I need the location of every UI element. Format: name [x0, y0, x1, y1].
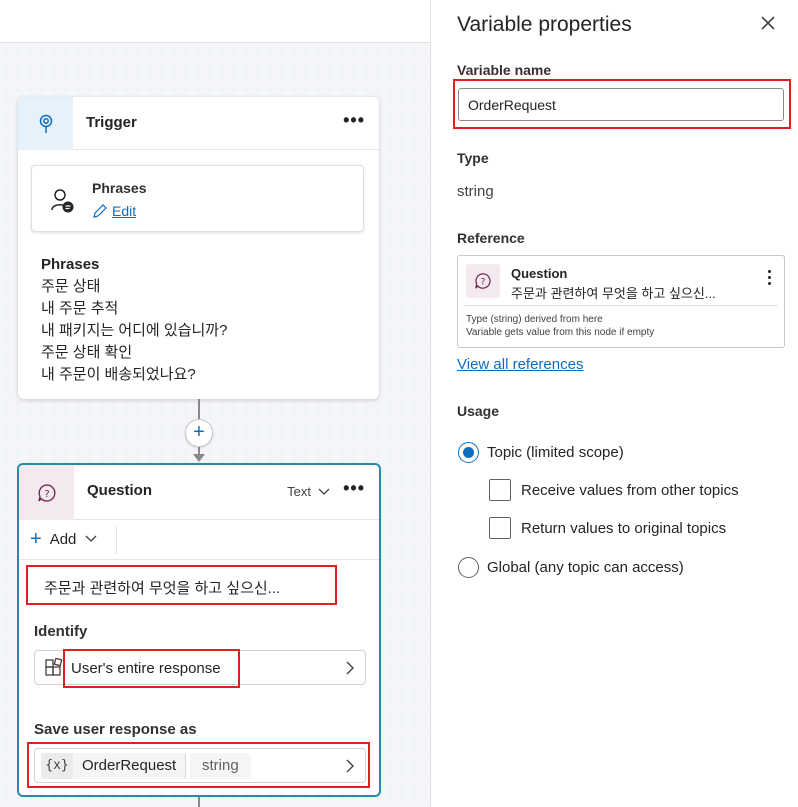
connector-line	[198, 797, 200, 807]
edit-label: Edit	[112, 203, 137, 219]
identify-label: Identify	[34, 623, 88, 640]
divider	[116, 526, 117, 554]
highlight-box	[26, 565, 337, 605]
phrase-item: 주문 상태	[41, 278, 101, 295]
type-label: Type	[457, 150, 489, 166]
reference-title: Question	[511, 266, 568, 281]
trigger-node-header: Trigger •••	[18, 97, 379, 150]
authoring-canvas: Trigger ••• Phrases Edit Phrases 주문 상태 내…	[0, 0, 430, 807]
highlight-box	[453, 79, 791, 129]
reference-subtitle: 주문과 관련하여 무엇을 하고 싶으신...	[511, 286, 716, 301]
return-values-label: Return values to original topics	[521, 520, 727, 537]
question-icon: ?	[466, 264, 500, 298]
phrase-item: 내 패키지는 어디에 있습니까?	[41, 322, 228, 339]
pencil-icon	[93, 204, 107, 218]
usage-label: Usage	[457, 403, 500, 419]
variable-properties-panel: Variable properties Variable name Type s…	[430, 0, 798, 807]
question-title: Question	[87, 482, 153, 499]
trigger-more-icon[interactable]: •••	[343, 111, 365, 129]
reference-card[interactable]: ? Question 주문과 관련하여 무엇을 하고 싶으신... Type (…	[457, 255, 785, 348]
trigger-node[interactable]: Trigger ••• Phrases Edit Phrases 주문 상태 내…	[18, 97, 379, 399]
question-type-label: Text	[287, 484, 311, 499]
save-response-label: Save user response as	[34, 721, 197, 738]
phrase-item: 주문 상태 확인	[41, 344, 133, 361]
question-node-header: ? Question Text •••	[19, 465, 379, 520]
add-label: Add	[49, 530, 77, 548]
svg-text:?: ?	[44, 489, 49, 500]
topic-scope-label: Topic (limited scope)	[487, 444, 624, 461]
plus-icon: +	[30, 528, 42, 550]
reference-label: Reference	[457, 230, 525, 246]
entity-icon	[44, 657, 64, 683]
chevron-down-icon	[318, 488, 330, 495]
add-toolbar: + Add	[19, 520, 379, 560]
receive-values-label: Receive values from other topics	[521, 482, 739, 499]
global-scope-radio[interactable]	[458, 557, 479, 578]
trigger-title: Trigger	[86, 114, 137, 131]
add-button[interactable]: + Add	[30, 528, 98, 550]
chevron-down-icon	[85, 535, 97, 542]
topic-scope-radio[interactable]	[458, 442, 479, 463]
question-icon: ?	[19, 465, 74, 520]
chevron-right-icon	[345, 660, 355, 681]
variable-name-label: Variable name	[457, 62, 552, 78]
connector-line	[198, 399, 200, 419]
receive-values-checkbox[interactable]	[489, 479, 511, 501]
close-icon[interactable]	[760, 14, 776, 37]
highlight-box	[27, 742, 370, 788]
trigger-icon	[18, 97, 73, 150]
view-all-references-link[interactable]: View all references	[457, 356, 583, 373]
type-value: string	[457, 183, 494, 200]
phrases-card[interactable]: Phrases Edit	[31, 165, 364, 232]
phrases-heading: Phrases	[41, 256, 100, 273]
question-type-dropdown[interactable]: Text	[287, 484, 331, 499]
return-values-checkbox[interactable]	[489, 517, 511, 539]
question-more-icon[interactable]: •••	[343, 479, 365, 497]
svg-text:?: ?	[481, 278, 486, 288]
highlight-box	[63, 649, 240, 688]
divider	[464, 305, 778, 306]
reference-note: Variable gets value from this node if em…	[466, 327, 655, 338]
person-chat-icon	[50, 188, 76, 219]
phrase-item: 내 주문이 배송되었나요?	[41, 366, 196, 383]
add-node-button[interactable]: +	[185, 419, 213, 447]
reference-note: Type (string) derived from here	[466, 314, 603, 325]
canvas-toolbar	[0, 0, 430, 43]
global-scope-label: Global (any topic can access)	[487, 559, 684, 576]
phrase-item: 내 주문 추적	[41, 300, 119, 317]
phrases-list: Phrases 주문 상태 내 주문 추적 내 패키지는 어디에 있습니까? 주…	[41, 254, 227, 386]
phrases-card-title: Phrases	[92, 180, 147, 196]
edit-phrases-link[interactable]: Edit	[92, 203, 136, 219]
connector-arrow	[193, 454, 205, 462]
more-vertical-icon[interactable]	[768, 270, 772, 288]
panel-title: Variable properties	[457, 13, 632, 36]
